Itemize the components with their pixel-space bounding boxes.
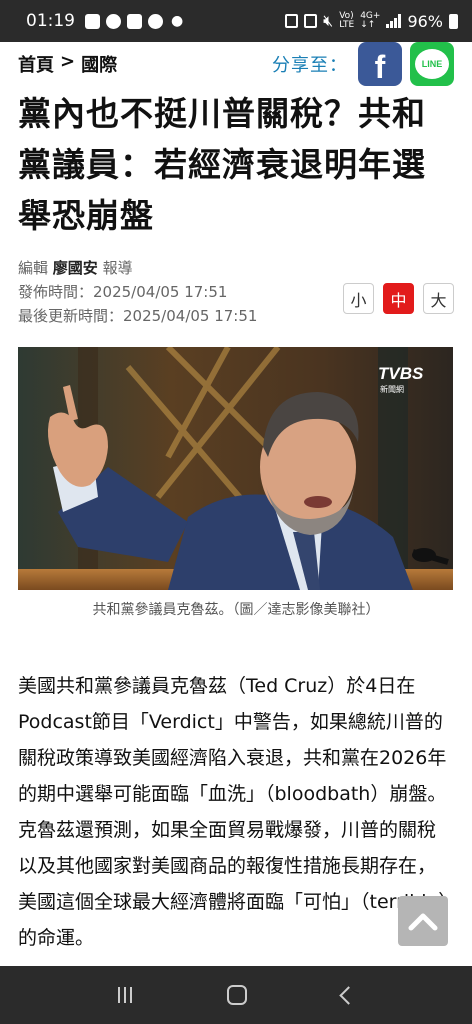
line-icon: LINE [415, 49, 449, 79]
signal-icon [386, 14, 402, 28]
font-size-large-button[interactable]: 大 [423, 283, 454, 314]
back-to-top-button[interactable] [398, 896, 448, 946]
back-button[interactable] [338, 985, 358, 1005]
network-type-indicator: 4G+ ↓↑ [360, 11, 381, 30]
facebook-share-button[interactable]: f [358, 42, 402, 86]
breadcrumb: 首頁 > 國際 [18, 51, 117, 77]
system-nav-bar [0, 966, 472, 1024]
recent-apps-button[interactable] [117, 987, 132, 1003]
status-time: 01:19 [26, 11, 75, 31]
more-notifications-icon: ● [171, 13, 184, 29]
article-header: 首頁 > 國際 分享至： f LINE [0, 42, 472, 86]
byline: 編輯 廖國安 報導 [18, 256, 257, 280]
line-share-button[interactable]: LINE [410, 42, 454, 86]
author-name[interactable]: 廖國安 [53, 259, 98, 277]
breadcrumb-section[interactable]: 國際 [81, 51, 117, 77]
article-meta: 編輯 廖國安 報導 發佈時間：2025/04/05 17:51 最後更新時間：2… [18, 256, 257, 328]
chevron-up-icon [408, 913, 438, 931]
share-label: 分享至： [272, 55, 348, 76]
tvbs-watermark-sub: 新聞網 [380, 384, 404, 394]
battery-percent: 96% [407, 11, 443, 31]
battery-icon [449, 13, 458, 29]
photo-caption: 共和黨參議員克魯茲。（圖／達志影像美聯社） [92, 602, 380, 618]
volte-indicator: Vo) LTE [339, 11, 355, 30]
update-time: 最後更新時間：2025/04/05 17:51 [18, 307, 258, 325]
tvbs-watermark: TVBS [378, 364, 424, 383]
home-button[interactable] [226, 985, 247, 1005]
breadcrumb-home[interactable]: 首頁 [18, 51, 54, 77]
image-notification-icon [127, 13, 142, 29]
nfc-icon [304, 14, 318, 28]
article-body: 美國共和黨參議員克魯茲（Ted Cruz）於4日在Podcast節目「Verdi… [18, 675, 448, 949]
photo-illustration: TVBS 新聞網 [18, 347, 453, 590]
messenger-notification-icon [106, 13, 121, 29]
editor-prefix: 編輯 [18, 259, 49, 277]
font-size-small-button[interactable]: 小 [343, 283, 374, 314]
article-photo: TVBS 新聞網 [18, 347, 453, 590]
font-size-controls: 小 中 大 [343, 283, 454, 314]
share-bar: 分享至： f LINE [272, 42, 454, 86]
font-size-medium-button[interactable]: 中 [383, 283, 414, 314]
facebook-icon: f [374, 49, 386, 85]
status-bar: 01:19 ● 🔇︎ Vo) LTE 4G+ ↓↑ 96% [0, 0, 472, 42]
alarm-icon [285, 14, 299, 28]
editor-suffix: 報導 [102, 259, 133, 277]
mute-icon: 🔇︎ [323, 11, 334, 30]
facebook-notification-icon [148, 13, 163, 29]
publish-time: 發佈時間：2025/04/05 17:51 [18, 283, 228, 301]
article-title: 黨內也不挺川普關稅？共和黨議員：若經濟衰退明年選舉恐崩盤 [18, 94, 426, 235]
breadcrumb-separator: > [60, 51, 76, 72]
gallery-notification-icon [85, 13, 100, 29]
